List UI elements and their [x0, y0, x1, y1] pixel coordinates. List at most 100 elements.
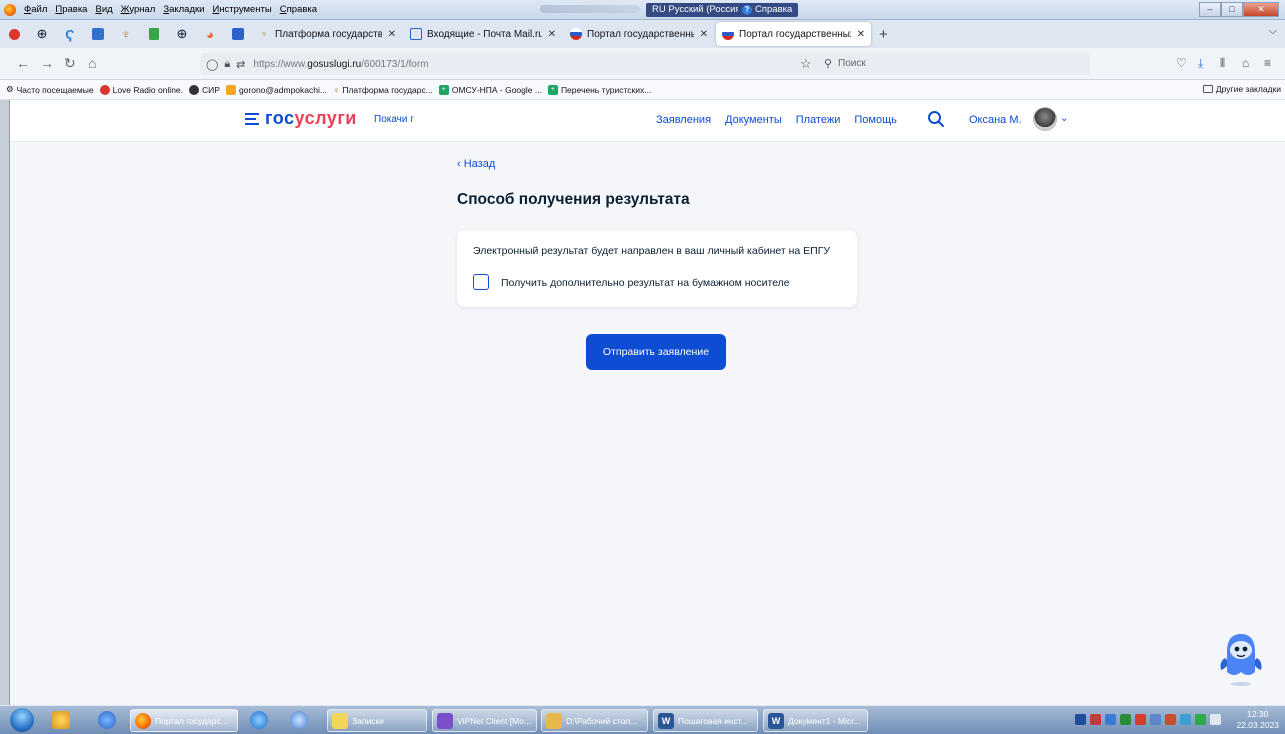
chevron-down-icon[interactable]: ⌄	[1060, 113, 1068, 124]
quick-launch-icon-2[interactable]	[98, 711, 116, 729]
tray-icon-10[interactable]	[1210, 714, 1221, 725]
electronic-result-info: Электронный результат будет направлен в …	[473, 245, 831, 257]
emblem-icon: ♆	[121, 26, 131, 42]
close-tab-icon[interactable]: ✕	[700, 29, 708, 40]
close-window-button[interactable]: ✕	[1243, 2, 1279, 17]
language-help[interactable]: ? Справка	[738, 3, 799, 17]
tray-icon-3[interactable]	[1105, 714, 1116, 725]
task-notes[interactable]: Записки	[327, 709, 427, 732]
hamburger-menu-icon[interactable]	[245, 113, 259, 127]
menu-bookmarks[interactable]: Закладки	[159, 4, 208, 15]
pocket-icon[interactable]: ♡	[1176, 56, 1187, 70]
tray-icon-2[interactable]	[1090, 714, 1101, 725]
language-indicator[interactable]: RU Русский (Россия)	[646, 3, 750, 17]
pinned-tab-green[interactable]	[140, 20, 168, 48]
pinned-tab-blue[interactable]	[224, 20, 252, 48]
bookmark-omsu[interactable]: + ОМСУ-НПА - Google ...	[438, 84, 542, 95]
pinned-tab-globe-2[interactable]: ⊕	[168, 20, 196, 48]
mail-icon	[225, 84, 236, 95]
menu-view[interactable]: Вид	[91, 4, 116, 15]
tab-mail[interactable]: Входящие - Почта Mail.ru ✕	[404, 22, 562, 46]
bookmark-love-radio[interactable]: Love Radio online.	[99, 84, 183, 95]
url-bar[interactable]: ◯ 🔒︎ ⇄ https://www.gosuslugi.ru/600173/1…	[200, 53, 1090, 75]
emblem-icon: ♆	[260, 29, 268, 39]
chevron-down-icon[interactable]: ⌵	[1269, 25, 1277, 38]
bookmark-gorono[interactable]: gorono@admpokachi...	[225, 84, 327, 95]
close-tab-icon[interactable]: ✕	[548, 29, 556, 40]
library-icon[interactable]: ⫴	[1220, 56, 1225, 71]
pinned-tab-orange[interactable]: ◕	[196, 20, 224, 48]
quick-launch-icon-3[interactable]	[290, 711, 308, 729]
start-button[interactable]	[10, 708, 34, 732]
nav-applications[interactable]: Заявления	[656, 114, 711, 126]
back-link[interactable]: ‹ Назад	[457, 158, 495, 170]
nav-help[interactable]: Помощь	[854, 114, 897, 126]
bookmark-star-icon[interactable]: ☆	[800, 56, 812, 72]
task-word-doc[interactable]: W Документ1 - Micr...	[763, 709, 868, 732]
home-icon[interactable]: ⌂	[88, 55, 96, 71]
task-firefox[interactable]: Портал государс...	[130, 709, 238, 732]
quick-launch-icon-1[interactable]	[52, 711, 70, 729]
word-icon: W	[768, 712, 784, 729]
robot-assistant-icon[interactable]	[1215, 628, 1267, 688]
avatar[interactable]	[1033, 107, 1057, 131]
menu-help[interactable]: Справка	[276, 4, 321, 15]
paper-result-label[interactable]: Получить дополнительно результат на бума…	[501, 277, 790, 289]
tray-icon-5[interactable]	[1135, 714, 1146, 725]
other-bookmarks[interactable]: Другие закладки	[1202, 84, 1281, 94]
maximize-button[interactable]: □	[1221, 2, 1243, 17]
minimize-button[interactable]: –	[1199, 2, 1221, 17]
submit-application-button[interactable]: Отправить заявление	[586, 334, 726, 370]
pinned-tab-c[interactable]: Ҁ	[56, 20, 84, 48]
tray-icon-6[interactable]	[1150, 714, 1161, 725]
paper-result-checkbox[interactable]	[473, 274, 489, 290]
pinned-tab-emblem[interactable]: ♆	[112, 20, 140, 48]
reload-icon[interactable]: ↻	[64, 55, 76, 72]
menu-edit[interactable]: Правка	[51, 4, 91, 15]
tray-icon-9[interactable]	[1195, 714, 1206, 725]
menu-history[interactable]: Журнал	[117, 4, 160, 15]
tray-icon-7[interactable]	[1165, 714, 1176, 725]
back-arrow-icon[interactable]: ←	[16, 55, 30, 71]
close-tab-icon[interactable]: ✕	[388, 29, 396, 40]
menu-icon[interactable]: ≡	[1264, 56, 1271, 70]
folder-icon	[1202, 85, 1213, 93]
tab-gosuslugi-active[interactable]: Портал государственных услу ✕	[716, 22, 871, 46]
task-folder[interactable]: D:\Рабочий стол...	[541, 709, 648, 732]
task-vipnet[interactable]: ViPNet Client [Mo...	[432, 709, 537, 732]
bookmark-tourism[interactable]: + Перечень туристских...	[547, 84, 651, 95]
globe-icon: ⊕	[36, 26, 48, 41]
account-icon[interactable]: ⌂	[1242, 56, 1249, 70]
tray-icon-8[interactable]	[1180, 714, 1191, 725]
user-name[interactable]: Оксана М.	[969, 114, 1022, 126]
pinned-tab-globe-1[interactable]: ⊕	[28, 20, 56, 48]
bookmark-platform[interactable]: ♆ Платформа государс...	[333, 85, 433, 95]
bookmark-sir[interactable]: СИР	[189, 84, 220, 95]
menu-bar: Файл Правка Вид Журнал Закладки Инструме…	[0, 0, 1285, 20]
new-tab-button[interactable]: +	[879, 26, 888, 43]
close-tab-icon[interactable]: ✕	[857, 29, 865, 40]
forward-arrow-icon[interactable]: →	[40, 55, 54, 71]
task-word-guide[interactable]: W Пошаговая инст...	[653, 709, 758, 732]
nav-documents[interactable]: Документы	[725, 114, 782, 126]
system-clock[interactable]: 12:30 22.03.2023	[1236, 709, 1279, 731]
tray-icon-4[interactable]	[1120, 714, 1131, 725]
location-selector[interactable]: Покачи г	[374, 114, 414, 125]
url-prefix: https://www.	[253, 58, 308, 70]
green-app-icon	[149, 28, 159, 40]
menu-tools[interactable]: Инструменты	[208, 4, 275, 15]
gosuslugi-logo[interactable]: госуслуги	[265, 108, 357, 129]
bookmark-most-visited[interactable]: ⚙ Часто посещаемые	[6, 84, 94, 95]
search-icon[interactable]	[925, 108, 947, 130]
url-text[interactable]: https://www.gosuslugi.ru/600173/1/form	[253, 59, 428, 70]
nav-payments[interactable]: Платежи	[796, 114, 841, 126]
search-placeholder[interactable]: Поиск	[838, 58, 866, 69]
tab-platform[interactable]: ♆ Платформа государственных ✕	[252, 22, 402, 46]
download-icon[interactable]: ⤓	[1198, 56, 1203, 71]
ie-icon[interactable]	[250, 711, 268, 729]
tab-gosuslugi-1[interactable]: Портал государственных услу ✕	[564, 22, 714, 46]
menu-file[interactable]: Файл	[20, 4, 51, 15]
pinned-tab-red[interactable]	[0, 20, 28, 48]
pinned-tab-mail[interactable]	[84, 20, 112, 48]
tray-icon-1[interactable]	[1075, 714, 1086, 725]
